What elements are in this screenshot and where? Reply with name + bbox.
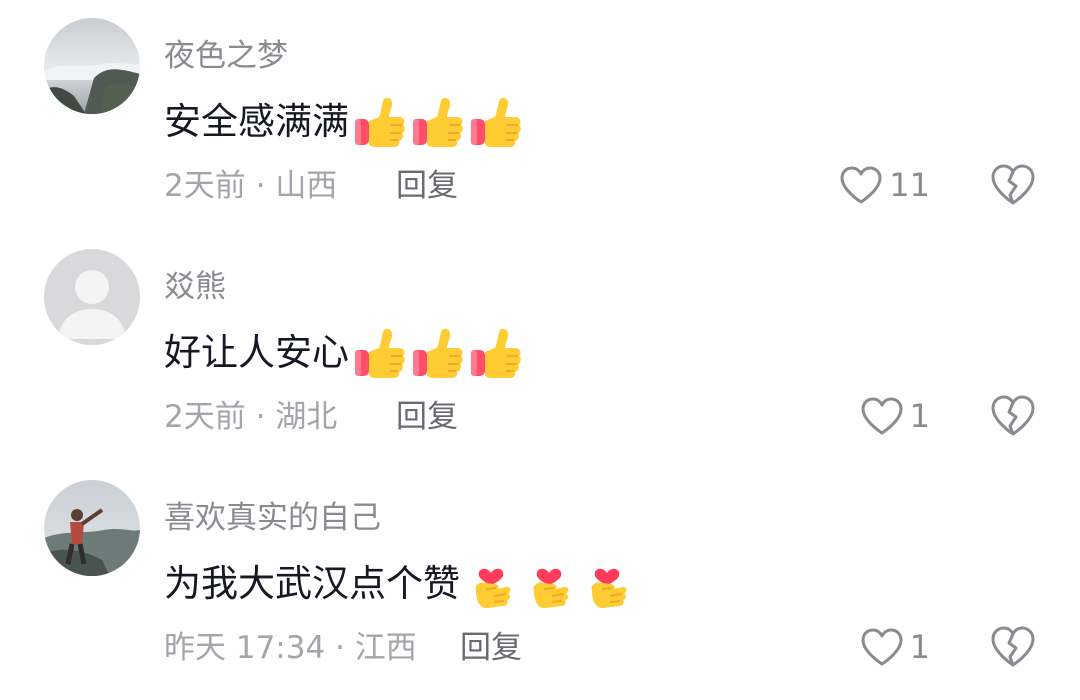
like-count: 11 — [889, 166, 930, 204]
comment-item: 夜色之梦 安全感满满 2天前 · 山西 回复 11 — [0, 18, 1080, 238]
broken-heart-icon — [990, 162, 1036, 208]
like-button[interactable]: 11 — [839, 160, 930, 210]
comment-content: 为我大武汉点个赞 — [164, 556, 634, 612]
comment-meta: 昨天 17:34 · 江西 — [164, 626, 417, 670]
comment-username[interactable]: 喜欢真实的自己 — [164, 498, 381, 538]
finger-heart-icon — [464, 557, 518, 611]
like-button[interactable]: 1 — [860, 391, 930, 441]
comment-location: 山西 — [275, 168, 338, 204]
finger-heart-icon — [522, 557, 576, 611]
like-button[interactable]: 1 — [860, 622, 930, 672]
comment-meta: 2天前 · 山西 — [164, 164, 337, 208]
comment-text: 为我大武汉点个赞 — [164, 562, 460, 605]
avatar[interactable] — [44, 18, 140, 114]
comment-content: 安全感满满 — [164, 94, 523, 150]
comment-location: 江西 — [354, 630, 417, 666]
comment-location: 湖北 — [275, 399, 338, 435]
reply-button[interactable]: 回复 — [396, 164, 458, 208]
thumbs-up-icon — [411, 326, 465, 380]
reply-button[interactable]: 回复 — [396, 395, 458, 439]
comment-content: 好让人安心 — [164, 325, 523, 381]
comment-time: 2天前 — [164, 399, 246, 435]
avatar[interactable] — [44, 249, 140, 345]
finger-heart-icon — [580, 557, 634, 611]
comment-time: 昨天 17:34 — [164, 630, 326, 666]
meta-separator: · — [255, 168, 266, 204]
thumbs-up-icon — [353, 326, 407, 380]
comment-username[interactable]: 夜色之梦 — [164, 36, 288, 76]
comment-item: 喜欢真实的自己 为我大武汉点个赞 昨天 17:34 · 江西 回复 1 — [0, 480, 1080, 700]
thumbs-up-icon — [469, 95, 523, 149]
comment-text: 安全感满满 — [164, 100, 349, 143]
avatar[interactable] — [44, 480, 140, 576]
dislike-button[interactable] — [990, 162, 1036, 208]
thumbs-up-icon — [469, 326, 523, 380]
reply-button[interactable]: 回复 — [460, 626, 522, 670]
meta-separator: · — [255, 399, 266, 435]
dislike-button[interactable] — [990, 624, 1036, 670]
heart-outline-icon — [860, 627, 904, 667]
heart-outline-icon — [860, 396, 904, 436]
broken-heart-icon — [990, 393, 1036, 439]
broken-heart-icon — [990, 624, 1036, 670]
comment-item: 㸚熊 好让人安心 2天前 · 湖北 回复 1 — [0, 249, 1080, 469]
comment-text: 好让人安心 — [164, 331, 349, 374]
comment-time: 2天前 — [164, 168, 246, 204]
dislike-button[interactable] — [990, 393, 1036, 439]
thumbs-up-icon — [411, 95, 465, 149]
thumbs-up-icon — [353, 95, 407, 149]
like-count: 1 — [909, 628, 930, 666]
comment-meta: 2天前 · 湖北 — [164, 395, 337, 439]
comment-username[interactable]: 㸚熊 — [164, 267, 226, 307]
meta-separator: · — [335, 630, 345, 666]
heart-outline-icon — [839, 165, 883, 205]
like-count: 1 — [909, 397, 930, 435]
